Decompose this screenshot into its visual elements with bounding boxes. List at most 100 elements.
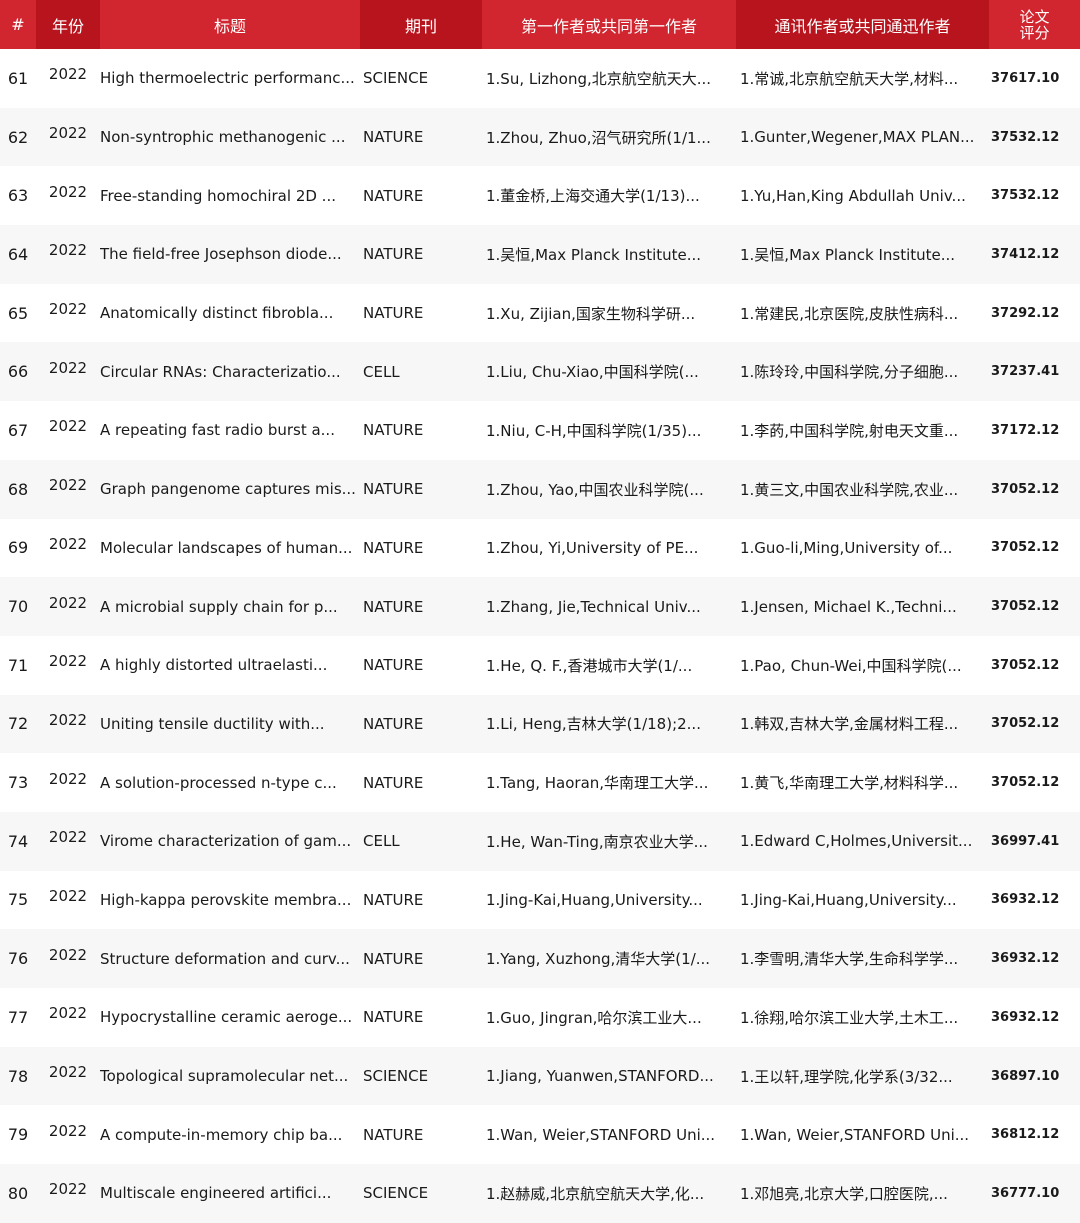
row-first-author: 1.Zhou, Yao,中国农业科学院(... [482, 459, 736, 519]
row-number: 72 [0, 694, 36, 754]
row-journal: CELL [360, 811, 482, 871]
row-corresponding-author: 1.Jing-Kai,Huang,University... [740, 890, 957, 909]
row-journal: SCIENCE [360, 1164, 482, 1223]
row-journal: NATURE [363, 186, 424, 205]
row-score: 36897.10 [989, 1046, 1080, 1106]
row-journal: NATURE [360, 694, 482, 754]
row-score: 37532.12 [989, 107, 1080, 167]
header-corresponding-author: 通讯作者或共同通迅作者 [736, 0, 989, 49]
row-title: A repeating fast radio burst a... [100, 421, 335, 440]
row-journal: NATURE [363, 656, 424, 675]
row-title: Graph pangenome captures mis... [100, 459, 360, 519]
row-number: 76 [0, 929, 36, 988]
row-corresponding-author: 1.Guo-li,Ming,University of... [740, 538, 953, 557]
table-row[interactable]: 77 2022 Hypocrystalline ceramic aeroge... N… [0, 988, 1080, 1047]
row-number: 69 [7, 538, 29, 558]
row-number: 62 [0, 107, 36, 167]
row-number: 80 [0, 1164, 36, 1223]
row-year: 2022 [48, 886, 88, 905]
table-row[interactable]: 67 2022 A repeating fast radio burst a... N… [0, 401, 1080, 460]
row-year: 2022 [36, 1164, 100, 1223]
table-row[interactable]: 70 2022 A microbial supply chain for p... N… [0, 577, 1080, 636]
row-title: High-kappa perovskite membra... [100, 890, 352, 909]
row-year: 2022 [36, 811, 100, 871]
row-year: 2022 [48, 182, 88, 201]
row-number: 71 [7, 655, 29, 675]
row-journal: NATURE [360, 225, 482, 284]
row-first-author: 1.He, Q. F.,香港城市大学(1/... [486, 656, 693, 675]
row-year: 2022 [36, 694, 100, 754]
row-title: Multiscale engineered artifici... [100, 1164, 360, 1223]
table-row[interactable]: 64 2022 The field-free Josephson diode... N… [0, 225, 1080, 284]
row-first-author: 1.Jing-Kai,Huang,University... [486, 890, 703, 909]
table-row[interactable]: 72 2022 Uniting tensile ductility with... N… [0, 694, 1080, 754]
row-corresponding-author: 1.黄三文,中国农业科学院,农业... [736, 459, 989, 519]
row-number: 68 [0, 459, 36, 519]
row-title: Hypocrystalline ceramic aeroge... [100, 1008, 353, 1027]
table-row[interactable]: 62 2022 Non-syntrophic methanogenic ... NAT… [0, 107, 1080, 167]
row-year: 2022 [48, 417, 88, 436]
row-score: 36812.12 [991, 1127, 1060, 1143]
row-journal: NATURE [360, 459, 482, 519]
row-journal: SCIENCE [363, 69, 429, 88]
row-score: 36777.10 [989, 1164, 1080, 1223]
header-score: 论文 评分 [989, 0, 1080, 49]
table-row[interactable]: 79 2022 A compute-in-memory chip ba... NATU… [0, 1105, 1080, 1164]
row-year: 2022 [36, 1046, 100, 1106]
table-row[interactable]: 78 2022 Topological supramolecular net... S… [0, 1046, 1080, 1106]
table-row[interactable]: 65 2022 Anatomically distinct fibrobla... N… [0, 284, 1080, 343]
header-year: 年份 [36, 0, 100, 49]
row-journal: NATURE [363, 1125, 424, 1144]
row-title: Anatomically distinct fibrobla... [100, 304, 334, 323]
row-score: 37052.12 [991, 657, 1060, 673]
row-number: 65 [7, 303, 29, 323]
row-year: 2022 [36, 342, 100, 402]
row-journal: NATURE [363, 304, 424, 323]
row-title: A solution-processed n-type c... [100, 773, 337, 792]
row-number: 77 [7, 1007, 29, 1027]
row-journal: NATURE [363, 421, 424, 440]
table-row[interactable]: 73 2022 A solution-processed n-type c... NA… [0, 753, 1080, 812]
table-row[interactable]: 66 2022 Circular RNAs: Characterizatio... C… [0, 342, 1080, 402]
row-number: 74 [0, 811, 36, 871]
row-title: Free-standing homochiral 2D ... [100, 186, 336, 205]
row-score: 36932.12 [991, 892, 1060, 908]
row-score: 37617.10 [991, 70, 1060, 86]
header-title: 标题 [100, 0, 360, 49]
row-score: 37292.12 [991, 305, 1060, 321]
row-journal: NATURE [363, 1008, 424, 1027]
table-row[interactable]: 68 2022 Graph pangenome captures mis... NAT… [0, 459, 1080, 519]
row-number: 79 [7, 1125, 29, 1145]
header-journal: 期刊 [360, 0, 482, 49]
table-row[interactable]: 63 2022 Free-standing homochiral 2D ... NAT… [0, 166, 1080, 225]
row-corresponding-author: 1.邓旭亮,北京大学,口腔医院,... [736, 1164, 989, 1223]
row-first-author: 1.Zhang, Jie,Technical Univ... [482, 577, 736, 636]
row-title: Topological supramolecular net... [100, 1046, 360, 1106]
row-score: 37052.12 [991, 540, 1060, 556]
row-title: Structure deformation and curv... [100, 929, 360, 988]
table-row[interactable]: 69 2022 Molecular landscapes of human... NA… [0, 519, 1080, 578]
row-corresponding-author: 1.黄飞,华南理工大学,材料科学... [740, 774, 959, 793]
row-number: 73 [7, 773, 29, 793]
table-row[interactable]: 61 2022 High thermoelectric performanc... S… [0, 49, 1080, 108]
row-score: 37052.12 [989, 459, 1080, 519]
table-row[interactable]: 74 2022 Virome characterization of gam... C… [0, 811, 1080, 871]
row-corresponding-author: 1.Jensen, Michael K.,Techni... [736, 577, 989, 636]
row-corresponding-author: 1.李菂,中国科学院,射电天文重... [740, 421, 959, 440]
table-row[interactable]: 76 2022 Structure deformation and curv... N… [0, 929, 1080, 988]
row-corresponding-author: 1.常诚,北京航空航天大学,材料... [740, 69, 959, 88]
row-title: Molecular landscapes of human... [100, 538, 353, 557]
table-row[interactable]: 75 2022 High-kappa perovskite membra... NAT… [0, 871, 1080, 930]
row-first-author: 1.Yang, Xuzhong,清华大学(1/... [482, 929, 736, 988]
row-first-author: 1.Guo, Jingran,哈尔滨工业大... [486, 1008, 702, 1027]
row-corresponding-author: 1.Yu,Han,King Abdullah Univ... [740, 186, 966, 205]
row-score: 37052.12 [989, 694, 1080, 754]
row-year: 2022 [48, 534, 88, 553]
row-journal: NATURE [363, 773, 424, 792]
row-title: High thermoelectric performanc... [100, 69, 355, 88]
table-row[interactable]: 80 2022 Multiscale engineered artifici... S… [0, 1164, 1080, 1223]
row-corresponding-author: 1.李雪明,清华大学,生命科学学... [736, 929, 989, 988]
row-corresponding-author: 1.Edward C,Holmes,Universit... [736, 811, 989, 871]
table-row[interactable]: 71 2022 A highly distorted ultraelasti... N… [0, 636, 1080, 695]
row-first-author: 1.Zhou, Yi,University of PE... [486, 538, 699, 557]
